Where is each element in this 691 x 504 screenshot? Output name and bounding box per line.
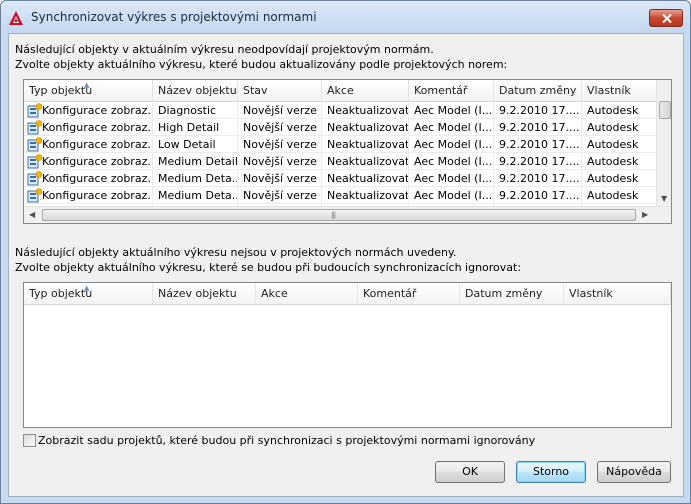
close-button[interactable] (649, 9, 683, 27)
top-column-header[interactable]: Název objektu (153, 80, 238, 101)
top-column-header[interactable]: Datum změny (494, 80, 582, 101)
table-cell[interactable]: 9.2.2010 17.... (494, 153, 582, 170)
table-cell[interactable]: Medium Detail (153, 153, 238, 170)
table-cell[interactable]: Novější verze (238, 170, 322, 187)
table-cell[interactable]: 9.2.2010 17.... (494, 119, 582, 136)
table-cell[interactable]: 9.2.2010 17.... (494, 136, 582, 153)
table-cell[interactable]: Aec Model (I... (409, 170, 494, 187)
table-cell[interactable]: Neaktualizovat (322, 136, 409, 153)
column-divider (493, 101, 494, 206)
bottom-column-header[interactable]: Komentář (358, 283, 460, 304)
table-cell[interactable]: Novější verze (238, 102, 322, 119)
top-column-header[interactable]: Komentář (409, 80, 494, 101)
table-cell[interactable]: Novější verze (238, 136, 322, 153)
row-type-cell[interactable]: Konfigurace zobraz... (40, 102, 153, 119)
autocad-logo-icon (9, 11, 23, 25)
bottom-column-header[interactable]: Akce (256, 283, 358, 304)
table-cell[interactable]: Autodesk (582, 102, 657, 119)
table-cell[interactable]: Novější verze (238, 187, 322, 204)
bottom-column-header[interactable]: Vlastník (564, 283, 671, 304)
help-button[interactable]: Nápověda (597, 461, 671, 483)
table-cell[interactable]: Autodesk (582, 119, 657, 136)
title-bar[interactable]: Synchronizovat výkres s projektovými nor… (1, 1, 690, 33)
table-cell[interactable]: Aec Model (I... (409, 102, 494, 119)
row-type-cell[interactable]: Konfigurace zobraz... (40, 187, 153, 204)
row-type-cell[interactable]: Konfigurace zobraz... (40, 136, 153, 153)
close-icon (662, 14, 672, 23)
top-description-line1: Následující objekty v aktuálním výkresu … (15, 43, 434, 56)
top-column-header[interactable]: Vlastník (582, 80, 657, 101)
table-cell[interactable]: Low Detail (153, 136, 238, 153)
dialog-client-area: Následující objekty v aktuálním výkresu … (8, 33, 684, 497)
table-cell[interactable]: Neaktualizovat (322, 119, 409, 136)
column-divider (581, 101, 582, 206)
bottom-description-line2: Zvolte objekty aktuálního výkresu, které… (15, 261, 522, 274)
top-column-header[interactable]: Stav (238, 80, 322, 101)
table-cell[interactable]: Autodesk (582, 187, 657, 204)
scroll-right-arrow-icon[interactable]: ▶ (642, 211, 648, 219)
table-cell[interactable]: 9.2.2010 17.... (494, 187, 582, 204)
bottom-column-header[interactable]: Název objektu (153, 283, 256, 304)
table-cell[interactable]: Aec Model (I... (409, 153, 494, 170)
ok-button[interactable]: OK (435, 461, 505, 483)
table-cell[interactable]: Medium Deta... (153, 170, 238, 187)
row-type-cell[interactable]: Konfigurace zobraz... (40, 153, 153, 170)
row-type-cell[interactable]: Konfigurace zobraz... (40, 170, 153, 187)
scroll-down-arrow-icon[interactable]: ▼ (661, 195, 667, 203)
nonconforming-objects-list[interactable]: Typ objektu Název objektu Stav Akce Komentář… (23, 79, 672, 224)
table-cell[interactable]: Aec Model (I... (409, 187, 494, 204)
top-column-header[interactable]: Akce (322, 80, 409, 101)
grip-icon: ||| (331, 211, 336, 219)
table-cell[interactable]: Neaktualizovat (322, 153, 409, 170)
table-cell[interactable]: Autodesk (582, 153, 657, 170)
top-list-vertical-scrollbar[interactable]: ▼ (656, 80, 671, 206)
table-cell[interactable]: Neaktualizovat (322, 187, 409, 204)
table-cell[interactable]: Autodesk (582, 170, 657, 187)
table-cell[interactable]: Novější verze (238, 119, 322, 136)
row-type-cell[interactable]: Konfigurace zobraz... (40, 119, 153, 136)
top-list-vertical-thumb[interactable] (659, 101, 671, 119)
sort-ascending-icon: ▲ (84, 284, 90, 292)
column-divider (237, 101, 238, 206)
table-cell[interactable]: Neaktualizovat (322, 102, 409, 119)
top-list-horizontal-scrollbar[interactable]: ◀ ||| ▶ (24, 206, 671, 223)
top-list-horizontal-thumb[interactable]: ||| (42, 209, 636, 221)
top-description-line2: Zvolte objekty aktuálního výkresu, které… (15, 58, 508, 71)
table-cell[interactable]: 9.2.2010 17.... (494, 102, 582, 119)
column-divider (321, 101, 322, 206)
table-cell[interactable]: Novější verze (238, 153, 322, 170)
scroll-left-arrow-icon[interactable]: ◀ (29, 211, 35, 219)
column-divider (408, 101, 409, 206)
bottom-description-line1: Následující objekty aktuálního výkresu n… (15, 246, 457, 259)
table-cell[interactable]: Aec Model (I... (409, 136, 494, 153)
cancel-button[interactable]: Storno (516, 461, 586, 483)
dialog-window: Synchronizovat výkres s projektovými nor… (0, 0, 691, 504)
row-divider (24, 203, 656, 204)
column-divider (152, 101, 153, 206)
bottom-column-header[interactable]: Datum změny (460, 283, 564, 304)
table-cell[interactable]: Diagnostic (153, 102, 238, 119)
sort-ascending-icon: ▲ (84, 81, 90, 89)
table-cell[interactable]: Aec Model (I... (409, 119, 494, 136)
table-cell[interactable]: Medium Deta... (153, 187, 238, 204)
ignored-objects-list[interactable]: Typ objektu Název objektu Akce Komentář Datu… (23, 282, 672, 428)
table-cell[interactable]: Autodesk (582, 136, 657, 153)
window-title: Synchronizovat výkres s projektovými nor… (31, 10, 317, 24)
table-cell[interactable]: High Detail (153, 119, 238, 136)
show-ignored-checkbox[interactable] (23, 434, 36, 447)
table-cell[interactable]: 9.2.2010 17.... (494, 170, 582, 187)
show-ignored-label: Zobrazit sadu projektů, které budou při … (38, 434, 536, 447)
table-cell[interactable]: Neaktualizovat (322, 170, 409, 187)
